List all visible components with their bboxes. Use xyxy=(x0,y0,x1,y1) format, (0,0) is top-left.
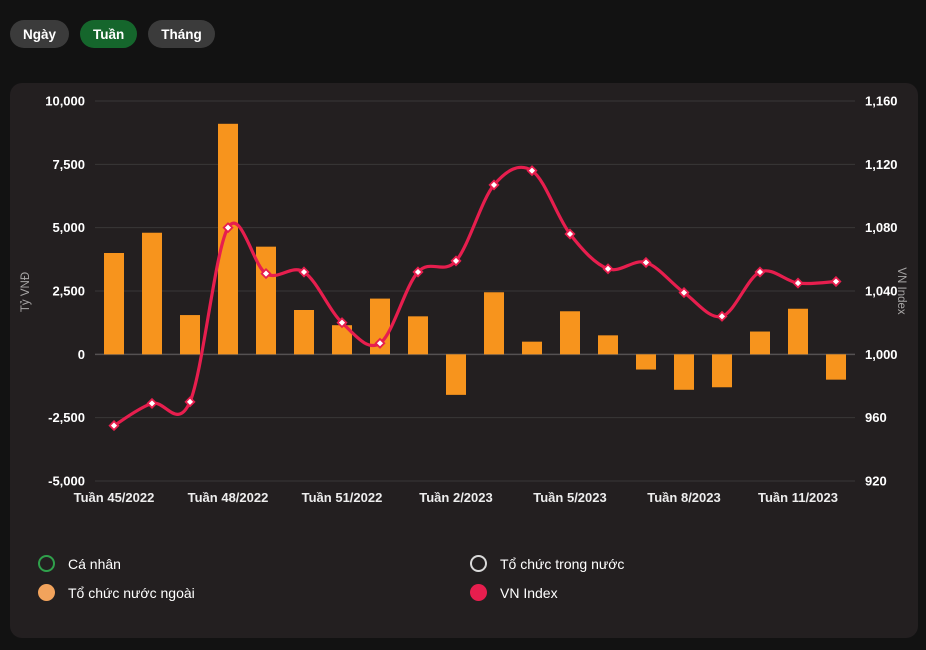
bar[interactable] xyxy=(712,354,732,387)
bar[interactable] xyxy=(636,354,656,369)
legend-swatch-to-chuc-nuoc-ngoai xyxy=(38,584,55,601)
bar[interactable] xyxy=(788,309,808,355)
bar[interactable] xyxy=(674,354,694,389)
x-axis-label: Tuần 45/2022 xyxy=(74,490,155,505)
bar[interactable] xyxy=(826,354,846,379)
axis-ticks: 10,000 1,160 7,500 1,120 5,000 1,080 2,500 1,04… xyxy=(45,94,897,506)
legend-label: Cá nhân xyxy=(68,556,121,572)
x-axis-label: Tuần 51/2022 xyxy=(302,490,383,505)
legend-item-ca-nhan[interactable]: Cá nhân xyxy=(38,555,470,572)
legend-item-vn-index[interactable]: VN Index xyxy=(470,584,898,601)
bar[interactable] xyxy=(446,354,466,395)
grid-layer xyxy=(95,101,855,481)
legend-swatch-ca-nhan xyxy=(38,555,55,572)
bar[interactable] xyxy=(104,253,124,354)
legend-label: Tổ chức nước ngoài xyxy=(68,585,195,601)
legend-swatch-vn-index xyxy=(470,584,487,601)
line-marker xyxy=(794,279,803,288)
bar[interactable] xyxy=(750,332,770,355)
bar[interactable] xyxy=(142,233,162,355)
left-axis-tick: -2,500 xyxy=(48,410,85,425)
bar[interactable] xyxy=(218,124,238,355)
left-axis-tick: -5,000 xyxy=(48,474,85,489)
legend-item-to-chuc-trong-nuoc[interactable]: Tổ chức trong nước xyxy=(470,555,898,572)
x-axis-label: Tuần 48/2022 xyxy=(188,490,269,505)
right-axis-tick: 1,000 xyxy=(865,347,898,362)
x-axis-label: Tuần 2/2023 xyxy=(419,490,492,505)
left-axis-tick: 0 xyxy=(78,347,85,362)
period-tabs: Ngày Tuần Tháng xyxy=(10,20,215,48)
x-axis-label: Tuần 11/2023 xyxy=(758,490,838,505)
x-axis-label: Tuần 5/2023 xyxy=(533,490,606,505)
bar[interactable] xyxy=(180,315,200,354)
legend-swatch-to-chuc-trong-nuoc xyxy=(470,555,487,572)
bar[interactable] xyxy=(522,342,542,355)
bar[interactable] xyxy=(598,335,618,354)
left-axis-tick: 7,500 xyxy=(52,157,85,172)
left-axis-title: Tỷ VNĐ xyxy=(20,272,32,312)
bar[interactable] xyxy=(484,292,504,354)
right-axis-tick: 1,080 xyxy=(865,220,898,235)
right-axis-tick: 920 xyxy=(865,474,887,489)
left-axis-tick: 5,000 xyxy=(52,220,85,235)
bar[interactable] xyxy=(294,310,314,354)
line-marker xyxy=(148,399,157,408)
chart-legend: Cá nhân Tổ chức trong nước Tổ chức nước ng… xyxy=(38,555,898,601)
page: { "toolbar": { "tabs": [ {"id": "day", "… xyxy=(0,0,926,650)
bar[interactable] xyxy=(560,311,580,354)
tab-month[interactable]: Tháng xyxy=(148,20,215,48)
chart-panel: Tỷ VNĐ VN Index 10,000 1,160 7,500 1,120 5,0… xyxy=(10,83,918,638)
right-axis-tick: 960 xyxy=(865,410,887,425)
legend-label: VN Index xyxy=(500,585,558,601)
left-axis-tick: 10,000 xyxy=(45,94,85,109)
x-axis-label: Tuần 8/2023 xyxy=(647,490,720,505)
tab-day[interactable]: Ngày xyxy=(10,20,69,48)
right-axis-tick: 1,040 xyxy=(865,284,898,299)
legend-item-to-chuc-nuoc-ngoai[interactable]: Tổ chức nước ngoài xyxy=(38,584,470,601)
right-axis-tick: 1,120 xyxy=(865,157,898,172)
tab-week[interactable]: Tuần xyxy=(80,20,137,48)
bar[interactable] xyxy=(408,316,428,354)
line-marker xyxy=(832,277,841,286)
left-axis-tick: 2,500 xyxy=(52,284,85,299)
right-axis-tick: 1,160 xyxy=(865,94,898,109)
legend-label: Tổ chức trong nước xyxy=(500,556,624,572)
